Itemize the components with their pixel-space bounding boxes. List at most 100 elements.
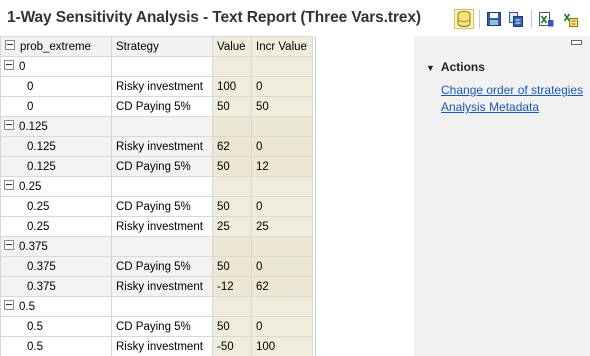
report-table: prob_extreme Strategy Value Incr Value 0… xyxy=(0,36,313,356)
cell-value: 62 xyxy=(212,136,252,157)
cell-param: 0.25 xyxy=(0,196,112,217)
export-excel-button[interactable] xyxy=(536,9,556,29)
table-row[interactable]: 0 CD Paying 5% 50 50 xyxy=(0,96,313,117)
empty-cell xyxy=(212,236,252,257)
actions-section-toggle[interactable]: ▼ Actions xyxy=(426,60,485,74)
database-button[interactable] xyxy=(454,9,474,29)
collapse-icon[interactable] xyxy=(4,180,14,191)
blank-area xyxy=(316,36,414,356)
empty-cell xyxy=(111,56,213,77)
copy-button[interactable] xyxy=(506,9,526,29)
table-row[interactable]: 0.375 CD Paying 5% 50 0 xyxy=(0,256,313,277)
cell-param: 0 xyxy=(0,76,112,97)
cell-param: 0.375 xyxy=(0,276,112,297)
label-text: 0.5 xyxy=(19,300,35,313)
cell-strategy: CD Paying 5% xyxy=(111,156,213,177)
collapse-icon[interactable] xyxy=(4,240,14,251)
collapse-icon[interactable] xyxy=(4,60,14,71)
cell-incr: 100 xyxy=(251,336,313,356)
cell-param: 0 xyxy=(0,96,112,117)
cell-value: -12 xyxy=(212,276,252,297)
save-button[interactable] xyxy=(484,9,504,29)
change-order-link[interactable]: Change order of strategies xyxy=(441,83,583,97)
cell-strategy: CD Paying 5% xyxy=(111,96,213,117)
cell-strategy: Risky investment xyxy=(111,276,213,297)
empty-cell: 0.25 xyxy=(0,176,112,197)
empty-cell xyxy=(251,116,313,137)
table-row[interactable]: 0.5 CD Paying 5% 50 0 xyxy=(0,316,313,337)
table-row[interactable]: 0.375 Risky investment -12 62 xyxy=(0,276,313,297)
column-header-value[interactable]: Value xyxy=(212,36,252,57)
label-text: 0 xyxy=(19,60,26,73)
empty-cell xyxy=(111,116,213,137)
report-title: 1-Way Sensitivity Analysis - Text Report… xyxy=(7,9,421,26)
table-row[interactable]: 0.25 Risky investment 25 25 xyxy=(0,216,313,237)
cell-param: 0.5 xyxy=(0,336,112,356)
empty-cell xyxy=(111,176,213,197)
cell-value: 50 xyxy=(212,196,252,217)
table-row[interactable]: 0 Risky investment 100 0 xyxy=(0,76,313,97)
report-table-panel: prob_extreme Strategy Value Incr Value 0… xyxy=(0,36,315,356)
cell-value: 25 xyxy=(212,216,252,237)
cell-incr: 62 xyxy=(251,276,313,297)
label-text: 0.25 xyxy=(19,180,42,193)
column-header-prob-extreme[interactable]: prob_extreme xyxy=(0,36,112,57)
empty-cell xyxy=(111,236,213,257)
save-icon xyxy=(487,12,501,26)
label-text: 0.125 xyxy=(19,120,48,133)
cell-incr: 0 xyxy=(251,136,313,157)
empty-cell xyxy=(212,176,252,197)
group-row[interactable]: 0 xyxy=(0,56,313,77)
export-options-button[interactable] xyxy=(560,9,580,29)
cell-incr: 0 xyxy=(251,76,313,97)
cell-param: 0.125 xyxy=(0,136,112,157)
triangle-down-icon: ▼ xyxy=(426,63,435,73)
group-row[interactable]: 0.5 xyxy=(0,296,313,317)
cell-param: 0.25 xyxy=(0,216,112,237)
cell-incr: 50 xyxy=(251,96,313,117)
collapse-icon[interactable] xyxy=(4,120,14,131)
cell-strategy: CD Paying 5% xyxy=(111,256,213,277)
minimize-icon[interactable] xyxy=(571,40,582,45)
column-header-incr-value[interactable]: Incr Value xyxy=(251,36,313,57)
cell-strategy: Risky investment xyxy=(111,136,213,157)
label-text: 0.375 xyxy=(19,240,48,253)
group-row[interactable]: 0.25 xyxy=(0,176,313,197)
export-excel-icon xyxy=(538,11,553,26)
cell-strategy: CD Paying 5% xyxy=(111,196,213,217)
cell-strategy: Risky investment xyxy=(111,216,213,237)
table-row[interactable]: 0.25 CD Paying 5% 50 0 xyxy=(0,196,313,217)
cell-value: 50 xyxy=(212,316,252,337)
collapse-all-icon[interactable] xyxy=(5,40,15,51)
empty-cell xyxy=(251,296,313,317)
empty-cell xyxy=(251,236,313,257)
table-row[interactable]: 0.125 Risky investment 62 0 xyxy=(0,136,313,157)
cell-value: 50 xyxy=(212,156,252,177)
table-row[interactable]: 0.125 CD Paying 5% 50 12 xyxy=(0,156,313,177)
label-text: prob_extreme xyxy=(20,40,91,53)
table-row[interactable]: 0.5 Risky investment -50 100 xyxy=(0,336,313,356)
database-icon xyxy=(457,11,471,27)
cell-strategy: Risky investment xyxy=(111,76,213,97)
analysis-metadata-link[interactable]: Analysis Metadata xyxy=(441,100,539,114)
cell-value: -50 xyxy=(212,336,252,356)
empty-cell: 0.5 xyxy=(0,296,112,317)
empty-cell xyxy=(212,116,252,137)
group-row[interactable]: 0.125 xyxy=(0,116,313,137)
empty-cell: 0 xyxy=(0,56,112,77)
column-header-strategy[interactable]: Strategy xyxy=(111,36,213,57)
export-options-icon xyxy=(563,13,578,27)
cell-value: 50 xyxy=(212,256,252,277)
cell-strategy: Risky investment xyxy=(111,336,213,356)
cell-incr: 0 xyxy=(251,256,313,277)
collapse-icon[interactable] xyxy=(4,300,14,311)
cell-value: 100 xyxy=(212,76,252,97)
cell-incr: 0 xyxy=(251,316,313,337)
cell-value: 50 xyxy=(212,96,252,117)
group-row[interactable]: 0.375 xyxy=(0,236,313,257)
empty-cell xyxy=(251,56,313,77)
copy-icon xyxy=(509,11,523,27)
cell-param: 0.125 xyxy=(0,156,112,177)
cell-incr: 25 xyxy=(251,216,313,237)
actions-panel: ▼ Actions Change order of strategies Anal… xyxy=(414,36,590,356)
